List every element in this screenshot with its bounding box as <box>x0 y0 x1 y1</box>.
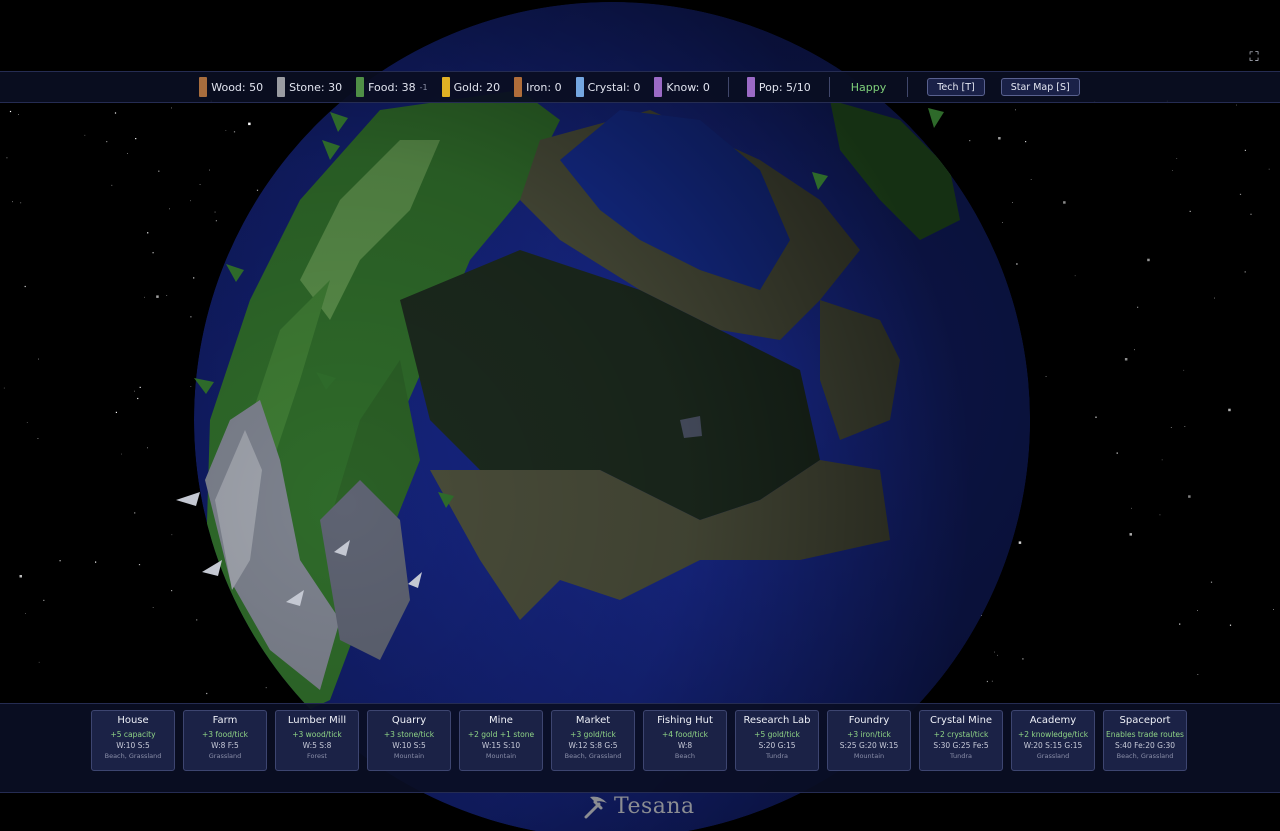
tech-button[interactable]: Tech [T] <box>927 78 985 96</box>
building-terrain: Tundra <box>949 752 972 760</box>
food-swatch <box>356 77 365 97</box>
population-label: Pop: 5/10 <box>758 80 811 94</box>
building-cost: S:30 G:25 Fe:5 <box>933 741 989 750</box>
building-cost: S:40 Fe:20 G:30 <box>1114 741 1176 750</box>
building-name: Spaceport <box>1119 715 1171 726</box>
resource-food: Food: 38 -1 <box>356 77 428 97</box>
fullscreen-expand-icon[interactable]: ⛶ <box>1246 50 1262 66</box>
building-name: Market <box>575 715 611 726</box>
build-card-fishing-hut[interactable]: Fishing Hut +4 food/tick W:8 Beach <box>643 710 727 771</box>
building-terrain: Grassland <box>1036 752 1070 760</box>
build-card-house[interactable]: House +5 capacity W:10 S:5 Beach, Grassland <box>91 710 175 771</box>
building-terrain: Forest <box>307 752 327 760</box>
building-effect: +3 wood/tick <box>292 730 342 739</box>
building-terrain: Grassland <box>208 752 242 760</box>
building-terrain: Mountain <box>853 752 885 760</box>
toolbar-separator <box>828 77 830 97</box>
resource-population: Pop: 5/10 <box>746 77 811 97</box>
building-cost: W:20 S:15 G:15 <box>1023 741 1083 750</box>
building-name: Foundry <box>848 715 890 726</box>
knowledge-label: Know: 0 <box>666 80 710 94</box>
resource-crystal: Crystal: 0 <box>575 77 641 97</box>
building-name: House <box>117 715 149 726</box>
crystal-swatch <box>575 77 584 97</box>
building-effect: +2 gold +1 stone <box>467 730 535 739</box>
build-card-farm[interactable]: Farm +3 food/tick W:8 F:5 Grassland <box>183 710 267 771</box>
food-label: Food: 38 <box>368 80 416 94</box>
building-cost: S:25 G:20 W:15 <box>839 741 899 750</box>
building-effect: +2 knowledge/tick <box>1017 730 1089 739</box>
building-name: Crystal Mine <box>929 715 993 726</box>
game-viewport[interactable]: ⛶ Wood: 50 Stone: 30 Food: 38 -1 Gold: 20 Iro… <box>0 0 1280 831</box>
building-panel: House +5 capacity W:10 S:5 Beach, Grassland… <box>0 703 1280 793</box>
building-cost: W:10 S:5 <box>116 741 150 750</box>
building-cost: W:12 S:8 G:5 <box>568 741 618 750</box>
building-name: Farm <box>212 715 238 726</box>
pickaxe-icon <box>584 796 607 819</box>
building-cost: W:15 S:10 <box>481 741 521 750</box>
building-cost: W:8 <box>677 741 693 750</box>
building-effect: Enables trade routes <box>1106 730 1184 739</box>
building-terrain: Tundra <box>765 752 788 760</box>
building-cost: W:8 F:5 <box>211 741 239 750</box>
building-effect: +4 food/tick <box>661 730 709 739</box>
game-title: Tesana <box>614 793 695 819</box>
resource-wood: Wood: 50 <box>199 77 263 97</box>
building-effect: +3 stone/tick <box>383 730 435 739</box>
crystal-label: Crystal: 0 <box>587 80 641 94</box>
population-swatch <box>746 77 755 97</box>
food-delta: -1 <box>419 82 428 92</box>
building-cost: W:5 S:8 <box>302 741 332 750</box>
building-terrain: Mountain <box>393 752 425 760</box>
building-name: Mine <box>489 715 513 726</box>
building-terrain: Mountain <box>485 752 517 760</box>
building-effect: +5 capacity <box>110 730 156 739</box>
iron-label: Iron: 0 <box>526 80 562 94</box>
resource-stone: Stone: 30 <box>277 77 342 97</box>
resource-knowledge: Know: 0 <box>654 77 710 97</box>
gold-label: Gold: 20 <box>453 80 501 94</box>
gold-swatch <box>441 77 450 97</box>
game-logo: Tesana <box>582 792 695 820</box>
build-card-mine[interactable]: Mine +2 gold +1 stone W:15 S:10 Mountain <box>459 710 543 771</box>
build-card-academy[interactable]: Academy +2 knowledge/tick W:20 S:15 G:15 Gr… <box>1011 710 1095 771</box>
stone-swatch <box>277 77 286 97</box>
building-effect: +3 food/tick <box>201 730 249 739</box>
building-effect: +3 gold/tick <box>570 730 616 739</box>
build-card-foundry[interactable]: Foundry +3 iron/tick S:25 G:20 W:15 Mountai… <box>827 710 911 771</box>
toolbar-separator <box>907 77 909 97</box>
resource-gold: Gold: 20 <box>441 77 501 97</box>
toolbar-separator <box>727 77 729 97</box>
iron-swatch <box>514 77 523 97</box>
stone-label: Stone: 30 <box>289 80 343 94</box>
knowledge-swatch <box>654 77 663 97</box>
building-terrain: Beach, Grassland <box>564 752 622 760</box>
resource-iron: Iron: 0 <box>514 77 562 97</box>
building-cost: W:10 S:5 <box>392 741 426 750</box>
building-terrain: Beach, Grassland <box>1116 752 1174 760</box>
wood-swatch <box>199 77 208 97</box>
building-effect: +3 iron/tick <box>847 730 891 739</box>
building-effect: +2 crystal/tick <box>933 730 989 739</box>
mood-status: Happy <box>850 80 887 94</box>
build-card-spaceport[interactable]: Spaceport Enables trade routes S:40 Fe:20 … <box>1103 710 1187 771</box>
resource-toolbar: Wood: 50 Stone: 30 Food: 38 -1 Gold: 20 Iron:… <box>0 71 1280 103</box>
building-terrain: Beach <box>674 752 696 760</box>
building-name: Quarry <box>391 715 427 726</box>
building-name: Fishing Hut <box>657 715 713 726</box>
wood-label: Wood: 50 <box>211 80 264 94</box>
building-cost: S:20 G:15 <box>758 741 796 750</box>
build-card-lumber-mill[interactable]: Lumber Mill +3 wood/tick W:5 S:8 Forest <box>275 710 359 771</box>
building-name: Lumber Mill <box>287 715 347 726</box>
star-map-button[interactable]: Star Map [S] <box>1000 78 1080 96</box>
building-terrain: Beach, Grassland <box>104 752 162 760</box>
building-name: Academy <box>1029 715 1077 726</box>
build-card-crystal-mine[interactable]: Crystal Mine +2 crystal/tick S:30 G:25 Fe:… <box>919 710 1003 771</box>
building-name: Research Lab <box>743 715 811 726</box>
build-card-research-lab[interactable]: Research Lab +5 gold/tick S:20 G:15 Tundra <box>735 710 819 771</box>
building-effect: +5 gold/tick <box>754 730 800 739</box>
build-card-quarry[interactable]: Quarry +3 stone/tick W:10 S:5 Mountain <box>367 710 451 771</box>
build-card-market[interactable]: Market +3 gold/tick W:12 S:8 G:5 Beach, Gra… <box>551 710 635 771</box>
